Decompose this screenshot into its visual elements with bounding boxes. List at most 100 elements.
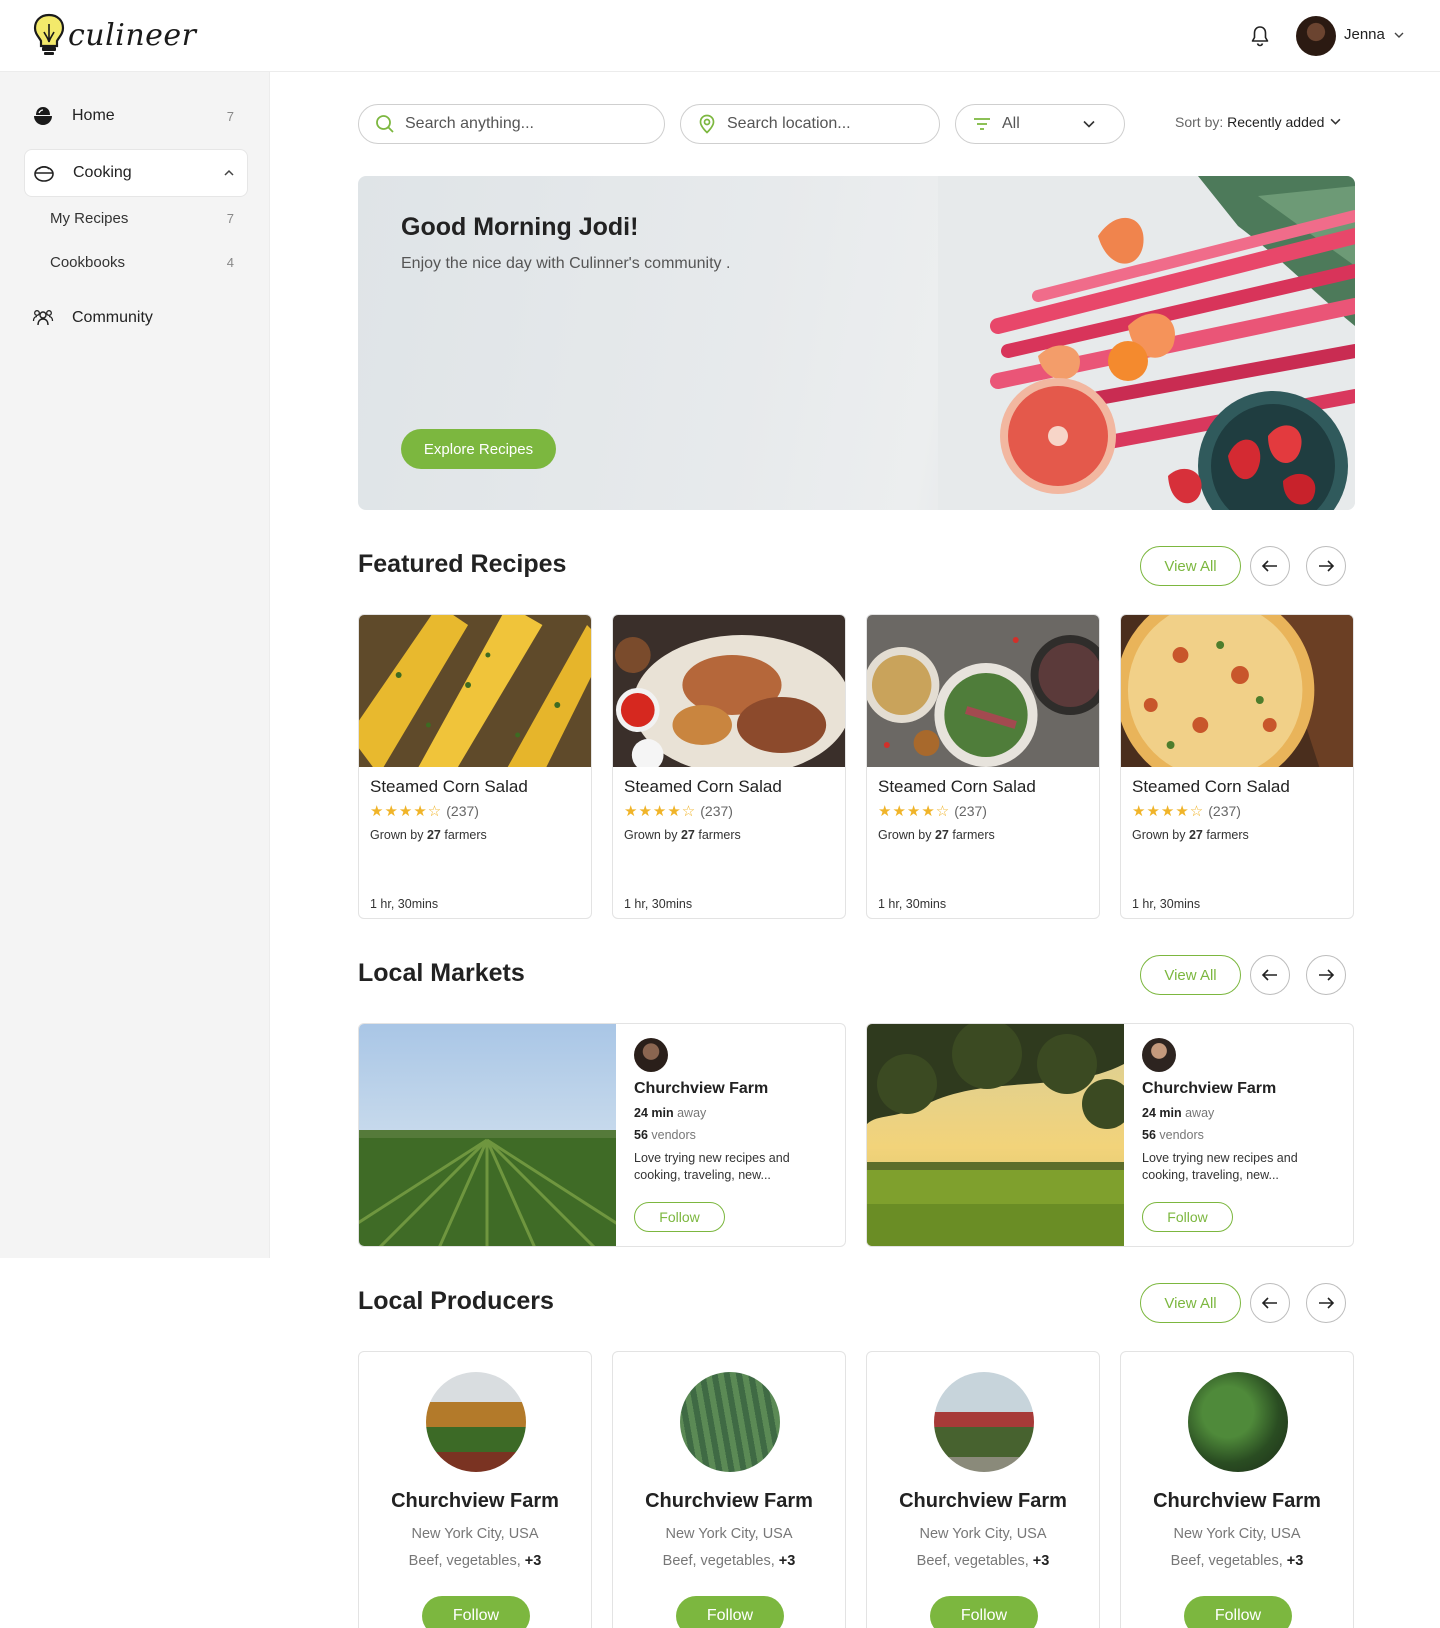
hero-title: Good Morning Jodi! (401, 213, 639, 241)
producer-image (680, 1372, 780, 1472)
follow-button[interactable]: Follow (634, 1202, 725, 1232)
review-count: (237) (700, 803, 733, 819)
featured-prev-button[interactable] (1250, 546, 1290, 586)
follow-button[interactable]: Follow (930, 1596, 1038, 1628)
featured-view-all-button[interactable]: View All (1140, 546, 1241, 586)
producer-products: Beef, vegetables, +3 (1170, 1553, 1304, 1569)
recipe-card[interactable]: Steamed Corn Salad ★★★★☆ (237) Grown by 2… (612, 614, 846, 919)
category-select[interactable]: All (955, 104, 1125, 144)
review-count: (237) (954, 803, 987, 819)
sidebar-item-cookbooks[interactable]: Cookbooks 4 (24, 242, 248, 282)
market-vendors: 56 vendors (634, 1128, 696, 1142)
search-placeholder: Search anything... (405, 115, 534, 132)
sidebar-item-label: Cookbooks (50, 253, 126, 271)
notification-bell-icon[interactable] (1248, 24, 1272, 48)
producer-name: Churchview Farm (645, 1490, 813, 1512)
chevron-down-icon (1330, 118, 1341, 125)
recipe-title: Steamed Corn Salad (878, 777, 1036, 796)
producer-card[interactable]: Churchview Farm New York City, USA Beef,… (358, 1351, 592, 1628)
featured-recipes-title: Featured Recipes (358, 550, 567, 578)
market-card[interactable]: Churchview Farm 24 min away 56 vendors L… (866, 1023, 1354, 1247)
sidebar-item-count: 4 (226, 254, 234, 270)
follow-button[interactable]: Follow (676, 1596, 784, 1628)
cook-time: 1 hr, 30mins (878, 897, 947, 911)
follow-button[interactable]: Follow (422, 1596, 530, 1628)
search-input[interactable]: Search anything... (358, 104, 665, 144)
chevron-down-icon[interactable] (1394, 30, 1404, 40)
market-card[interactable]: Churchview Farm 24 min away 56 vendors L… (358, 1023, 846, 1247)
market-image (867, 1024, 1124, 1246)
user-name[interactable]: Jenna (1344, 26, 1385, 43)
rating: ★★★★☆ (237) (370, 802, 479, 820)
arrow-left-icon (1261, 1297, 1277, 1309)
market-distance: 24 min away (634, 1106, 707, 1120)
producers-next-button[interactable] (1306, 1283, 1346, 1323)
recipe-image (359, 615, 591, 775)
recipe-title: Steamed Corn Salad (1132, 777, 1290, 796)
recipe-card[interactable]: Steamed Corn Salad ★★★★☆ (237) Grown by 2… (866, 614, 1100, 919)
recipe-image (867, 615, 1099, 767)
star-rating-icon: ★★★★☆ (624, 803, 697, 820)
producers-view-all-button[interactable]: View All (1140, 1283, 1241, 1323)
filter-icon (974, 118, 990, 130)
sidebar-item-label: Community (72, 309, 153, 326)
producers-prev-button[interactable] (1250, 1283, 1290, 1323)
follow-button[interactable]: Follow (1142, 1202, 1233, 1232)
recipe-card[interactable]: Steamed Corn Salad ★★★★☆ (237) Grown by 2… (1120, 614, 1354, 919)
hero-image (938, 176, 1355, 510)
markets-prev-button[interactable] (1250, 955, 1290, 995)
location-search-input[interactable]: Search location... (680, 104, 940, 144)
sort-value: Recently added (1227, 114, 1325, 130)
producer-products: Beef, vegetables, +3 (408, 1553, 542, 1569)
producer-card[interactable]: Churchview Farm New York City, USA Beef,… (866, 1351, 1100, 1628)
rating: ★★★★☆ (237) (1132, 802, 1241, 820)
market-vendors: 56 vendors (1142, 1128, 1204, 1142)
sidebar-item-label: Home (72, 107, 115, 124)
local-markets-title: Local Markets (358, 959, 525, 987)
sidebar-item-community[interactable]: Community (24, 294, 248, 342)
producer-products: Beef, vegetables, +3 (662, 1553, 796, 1569)
producer-products: Beef, vegetables, +3 (916, 1553, 1050, 1569)
sidebar-item-cooking[interactable]: Cooking (24, 149, 248, 197)
recipe-image (1121, 615, 1353, 790)
producer-image (1188, 1372, 1288, 1472)
producer-card[interactable]: Churchview Farm New York City, USA Beef,… (612, 1351, 846, 1628)
recipe-title: Steamed Corn Salad (624, 777, 782, 796)
market-image (359, 1024, 616, 1246)
people-icon (32, 310, 54, 326)
recipe-title: Steamed Corn Salad (370, 777, 528, 796)
category-value: All (1002, 115, 1020, 132)
markets-next-button[interactable] (1306, 955, 1346, 995)
producer-card[interactable]: Churchview Farm New York City, USA Beef,… (1120, 1351, 1354, 1628)
sort-dropdown[interactable]: Sort by: Recently added (1175, 114, 1341, 130)
star-rating-icon: ★★★★☆ (878, 803, 951, 820)
producer-name: Churchview Farm (391, 1490, 559, 1512)
bowl-icon (34, 107, 52, 125)
chevron-up-icon[interactable] (223, 167, 235, 179)
logo[interactable]: culineer (32, 12, 196, 58)
featured-next-button[interactable] (1306, 546, 1346, 586)
arrow-left-icon (1261, 560, 1277, 572)
sidebar-item-home[interactable]: Home 7 (24, 92, 248, 140)
market-avatar (1142, 1038, 1176, 1072)
rating: ★★★★☆ (237) (878, 802, 987, 820)
sidebar-item-label: Cooking (73, 164, 132, 181)
explore-recipes-button[interactable]: Explore Recipes (401, 429, 556, 469)
top-bar: culineer Jenna (0, 0, 1440, 72)
star-rating-icon: ★★★★☆ (1132, 803, 1205, 820)
producer-location: New York City, USA (919, 1526, 1047, 1542)
markets-view-all-button[interactable]: View All (1140, 955, 1241, 995)
pot-icon (34, 165, 54, 182)
market-name: Churchview Farm (1142, 1080, 1277, 1097)
grown-by: Grown by 27 farmers (624, 828, 741, 842)
producer-location: New York City, USA (411, 1526, 539, 1542)
cook-time: 1 hr, 30mins (1132, 897, 1201, 911)
user-avatar[interactable] (1296, 16, 1336, 56)
market-description: Love trying new recipes and cooking, tra… (634, 1151, 790, 1182)
arrow-right-icon (1319, 560, 1335, 572)
sidebar-item-my-recipes[interactable]: My Recipes 7 (24, 198, 248, 238)
cook-time: 1 hr, 30mins (370, 897, 439, 911)
producer-image (426, 1372, 526, 1472)
recipe-card[interactable]: Steamed Corn Salad ★★★★☆ (237) Grown by 2… (358, 614, 592, 919)
follow-button[interactable]: Follow (1184, 1596, 1292, 1628)
